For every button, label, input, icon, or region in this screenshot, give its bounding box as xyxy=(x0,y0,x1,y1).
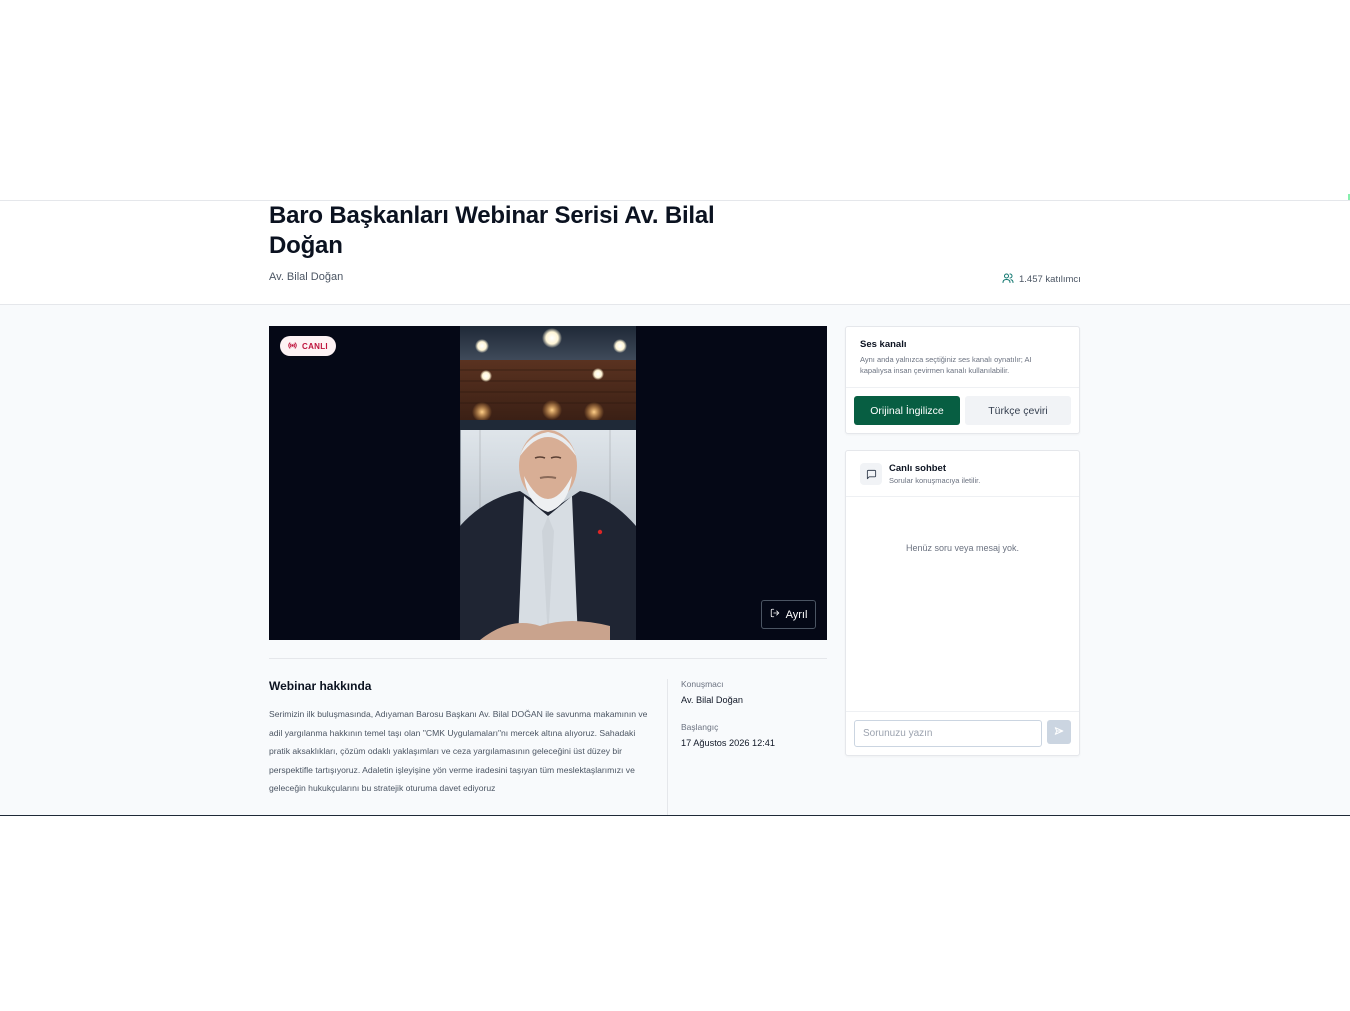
turkish-translation-button[interactable]: Türkçe çeviri xyxy=(965,396,1071,425)
speaker-label: Konuşmacı xyxy=(681,679,724,689)
logout-icon xyxy=(770,608,780,621)
audio-panel-description: Aynı anda yalnızca seçtiğiniz ses kanalı… xyxy=(860,355,1032,375)
leave-button[interactable]: Ayrıl xyxy=(761,600,816,629)
leave-button-label: Ayrıl xyxy=(785,608,808,621)
about-description: Serimizin ilk buluşmasında, Adıyaman Bar… xyxy=(269,709,648,793)
speaker-value: Av. Bilal Doğan xyxy=(681,695,743,705)
section-divider xyxy=(269,658,827,659)
question-input[interactable] xyxy=(854,720,1042,747)
live-badge-label: CANLI xyxy=(302,341,328,351)
chat-input-divider xyxy=(846,711,1079,712)
chat-header-divider xyxy=(846,496,1079,497)
live-chat-panel: Canlı sohbet Sorular konuşmacıya iletili… xyxy=(845,450,1080,756)
send-icon xyxy=(1054,723,1064,741)
live-badge: CANLI xyxy=(280,336,336,356)
webinar-header: Baro Başkanları Webinar Serisi Av. Bilal… xyxy=(0,201,1350,305)
audio-panel-title: Ses kanalı xyxy=(860,339,907,350)
participant-count-text: 1.457 katılımcı xyxy=(1019,273,1081,285)
page-title: Baro Başkanları Webinar Serisi Av. Bilal… xyxy=(269,202,715,259)
send-button[interactable] xyxy=(1047,720,1071,744)
message-square-icon xyxy=(860,463,882,485)
chat-title: Canlı sohbet xyxy=(889,463,947,474)
broadcast-icon xyxy=(288,341,297,352)
speaker-name: Av. Bilal Doğan xyxy=(269,271,344,283)
original-english-button[interactable]: Orijinal İngilizce xyxy=(854,396,960,425)
start-label: Başlangıç xyxy=(681,722,719,732)
audio-panel-divider xyxy=(846,387,1079,388)
chat-subtitle: Sorular konuşmacıya iletilir. xyxy=(889,476,981,485)
participant-count: 1.457 katılımcı xyxy=(1002,271,1081,287)
webinar-page: Baro Başkanları Webinar Serisi Av. Bilal… xyxy=(0,200,1350,816)
start-value: 17 Ağustos 2026 12:41 xyxy=(681,738,775,748)
video-player[interactable]: CANLI Ayrıl xyxy=(269,326,827,640)
details-divider xyxy=(667,679,668,815)
users-icon xyxy=(1002,272,1014,287)
about-heading: Webinar hakkında xyxy=(269,679,372,693)
chat-empty-state: Henüz soru veya mesaj yok. xyxy=(905,543,1020,553)
speaker-video-feed xyxy=(460,326,636,640)
audio-channel-panel: Ses kanalı Aynı anda yalnızca seçtiğiniz… xyxy=(845,326,1080,434)
